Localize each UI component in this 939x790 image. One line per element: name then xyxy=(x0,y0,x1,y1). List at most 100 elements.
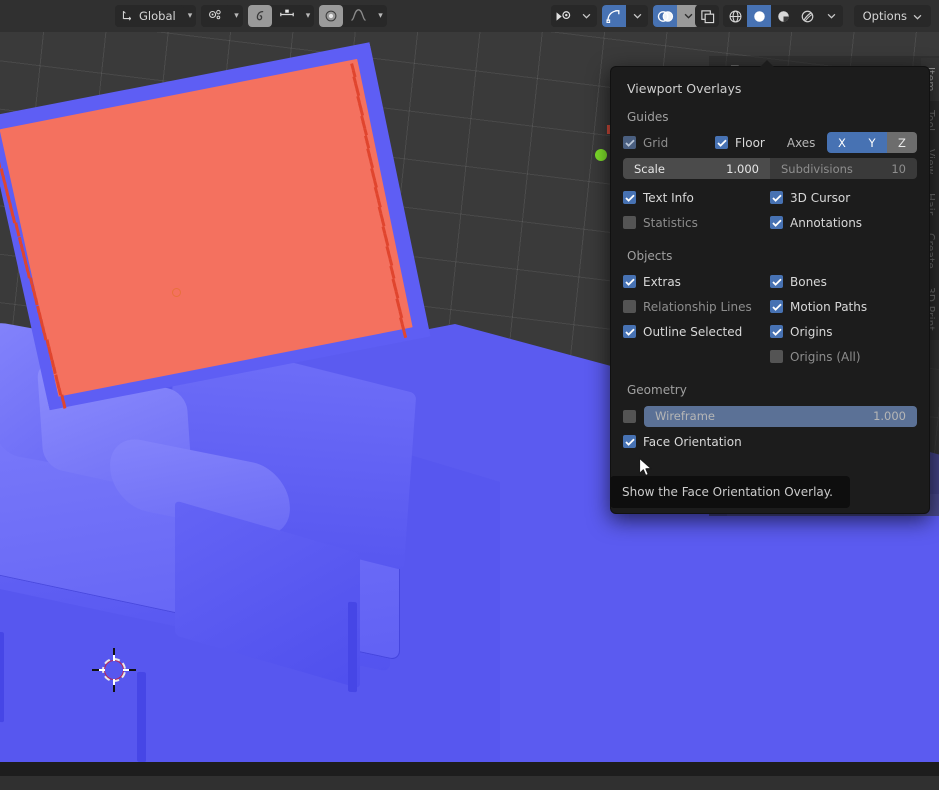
origins-label: Origins xyxy=(790,324,833,339)
grid-subdivisions-label: Subdivisions xyxy=(781,161,853,176)
annotations-label: Annotations xyxy=(790,215,863,230)
show-gizmo-pill[interactable] xyxy=(551,5,597,27)
outline-selected-label: Outline Selected xyxy=(643,324,743,339)
material-sphere-icon[interactable] xyxy=(771,5,795,27)
show-overlays-arrow-pill[interactable] xyxy=(602,5,648,27)
floor-label: Floor xyxy=(735,135,765,150)
viewport-header: Global ▾ ▾ ▾ ▾ Options xyxy=(0,0,939,32)
gizmo-dropdown-chevron-icon[interactable] xyxy=(575,5,597,27)
origins-item[interactable]: Origins xyxy=(770,325,917,339)
wireframe-checkbox[interactable] xyxy=(623,409,636,423)
bones-item[interactable]: Bones xyxy=(770,275,917,289)
extras-label: Extras xyxy=(643,274,681,289)
motion-paths-item[interactable]: Motion Paths xyxy=(770,300,917,314)
3d-cursor-item[interactable]: 3D Cursor xyxy=(770,191,917,205)
proportional-falloff-group[interactable]: ▾ xyxy=(319,5,387,27)
chevron-down-icon[interactable]: ▾ xyxy=(302,11,315,21)
snapping-group[interactable]: ▾ xyxy=(201,5,243,27)
statistics-checkbox[interactable] xyxy=(623,216,636,229)
origins-all-item[interactable]: Origins (All) xyxy=(770,350,917,364)
shading-mode-group xyxy=(695,5,843,27)
annotations-checkbox[interactable] xyxy=(770,216,783,229)
shading-dropdown-chevron-icon[interactable] xyxy=(819,5,843,27)
origins-all-row: Origins (All) xyxy=(611,344,929,369)
axis-y-toggle[interactable]: Y xyxy=(857,132,887,153)
text-info-label: Text Info xyxy=(643,190,694,205)
relationship-lines-label: Relationship Lines xyxy=(643,299,752,314)
solid-sphere-icon[interactable] xyxy=(747,5,771,27)
bones-checkbox[interactable] xyxy=(770,275,783,288)
sofa-leg xyxy=(0,631,4,723)
falloff-curve-button[interactable] xyxy=(343,5,375,27)
gizmo-eye-icon[interactable] xyxy=(551,5,575,27)
transform-orientation-group[interactable]: Global ▾ xyxy=(115,5,197,27)
origins-all-checkbox[interactable] xyxy=(770,350,783,363)
outline-selected-checkbox[interactable] xyxy=(623,325,636,338)
text-info-item[interactable]: Text Info xyxy=(623,191,770,205)
cursor-tick xyxy=(113,685,115,692)
viewport-bottom-edge xyxy=(0,762,939,776)
outline-origins-row: Outline Selected Origins xyxy=(611,319,929,344)
proportional-edit-group[interactable]: ▾ xyxy=(247,5,315,27)
mouse-pointer-icon xyxy=(638,457,654,483)
relationship-lines-checkbox[interactable] xyxy=(623,300,636,313)
grid-floor-axes-row: Grid Floor Axes X Y Z xyxy=(611,130,929,155)
grid-subdivisions-value: 10 xyxy=(891,161,906,176)
orientation-icon xyxy=(121,8,134,24)
floor-checkbox[interactable] xyxy=(715,136,728,149)
axes-toggle-group[interactable]: X Y Z xyxy=(827,132,917,153)
gizmo-arrow-icon[interactable] xyxy=(602,5,626,27)
proportional-falloff-toggle[interactable] xyxy=(319,5,344,27)
popover-title: Viewport Overlays xyxy=(627,81,742,96)
outline-selected-item[interactable]: Outline Selected xyxy=(623,325,770,339)
overlays-circles-icon[interactable] xyxy=(653,5,677,27)
options-dropdown-button[interactable]: Options xyxy=(853,5,931,27)
shading-segment[interactable] xyxy=(723,5,843,27)
gizmo-overlay-group xyxy=(551,5,699,27)
face-orientation-label: Face Orientation xyxy=(643,434,742,449)
wireframe-label: Wireframe xyxy=(655,409,715,423)
wireframe-slider[interactable]: Wireframe 1.000 xyxy=(644,405,917,427)
proportional-edit-toggle[interactable] xyxy=(247,5,272,27)
object-origin-marker xyxy=(172,288,181,297)
extras-checkbox[interactable] xyxy=(623,275,636,288)
relationship-lines-item[interactable]: Relationship Lines xyxy=(623,300,770,314)
extras-item[interactable]: Extras xyxy=(623,275,770,289)
annotations-item[interactable]: Annotations xyxy=(770,216,917,230)
guides-section-label: Guides xyxy=(627,110,669,124)
viewport-overlays-popover[interactable]: Viewport Overlays Guides Grid Floor Axes… xyxy=(610,60,930,514)
snap-settings-button[interactable] xyxy=(201,5,231,27)
geometry-section-label: Geometry xyxy=(627,383,687,397)
3d-cursor-checkbox[interactable] xyxy=(770,191,783,204)
snap-increment-button[interactable] xyxy=(271,5,302,27)
bones-label: Bones xyxy=(790,274,827,289)
chevron-down-icon xyxy=(913,9,922,23)
extras-bones-row: Extras Bones xyxy=(611,269,929,294)
wireframe-globe-icon[interactable] xyxy=(723,5,747,27)
grid-scale-label: Scale xyxy=(634,161,665,176)
arrow-dropdown-chevron-icon[interactable] xyxy=(626,5,648,27)
xray-toggle-icon[interactable] xyxy=(695,5,719,27)
axis-x-toggle[interactable]: X xyxy=(827,132,857,153)
light-object-dot[interactable] xyxy=(595,149,607,161)
text-info-checkbox[interactable] xyxy=(623,191,636,204)
face-orientation-row[interactable]: Face Orientation xyxy=(611,429,929,454)
chevron-down-icon[interactable]: ▾ xyxy=(184,11,197,21)
wireframe-row: Wireframe 1.000 xyxy=(611,403,929,429)
chevron-down-icon[interactable]: ▾ xyxy=(230,11,243,21)
axis-z-toggle[interactable]: Z xyxy=(887,132,917,153)
grid-subdivisions-field[interactable]: Subdivisions 10 xyxy=(770,158,917,179)
face-orientation-checkbox[interactable] xyxy=(623,435,636,448)
face-orientation-item[interactable]: Face Orientation xyxy=(623,435,917,449)
grid-scale-field[interactable]: Scale 1.000 xyxy=(623,158,770,179)
transform-orientation-dropdown[interactable]: Global xyxy=(115,5,184,27)
grid-checkbox[interactable] xyxy=(623,136,636,149)
motion-paths-checkbox[interactable] xyxy=(770,300,783,313)
blender-window: Transform Location: X 0 m 🔓 Y 0 m 🔓 Z 0 … xyxy=(0,0,939,790)
origins-checkbox[interactable] xyxy=(770,325,783,338)
statistics-annotations-row: Statistics Annotations xyxy=(611,210,929,235)
statistics-item[interactable]: Statistics xyxy=(623,216,770,230)
rendered-sphere-icon[interactable] xyxy=(795,5,819,27)
chevron-down-icon[interactable]: ▾ xyxy=(374,11,387,21)
overlays-pill[interactable] xyxy=(653,5,699,27)
